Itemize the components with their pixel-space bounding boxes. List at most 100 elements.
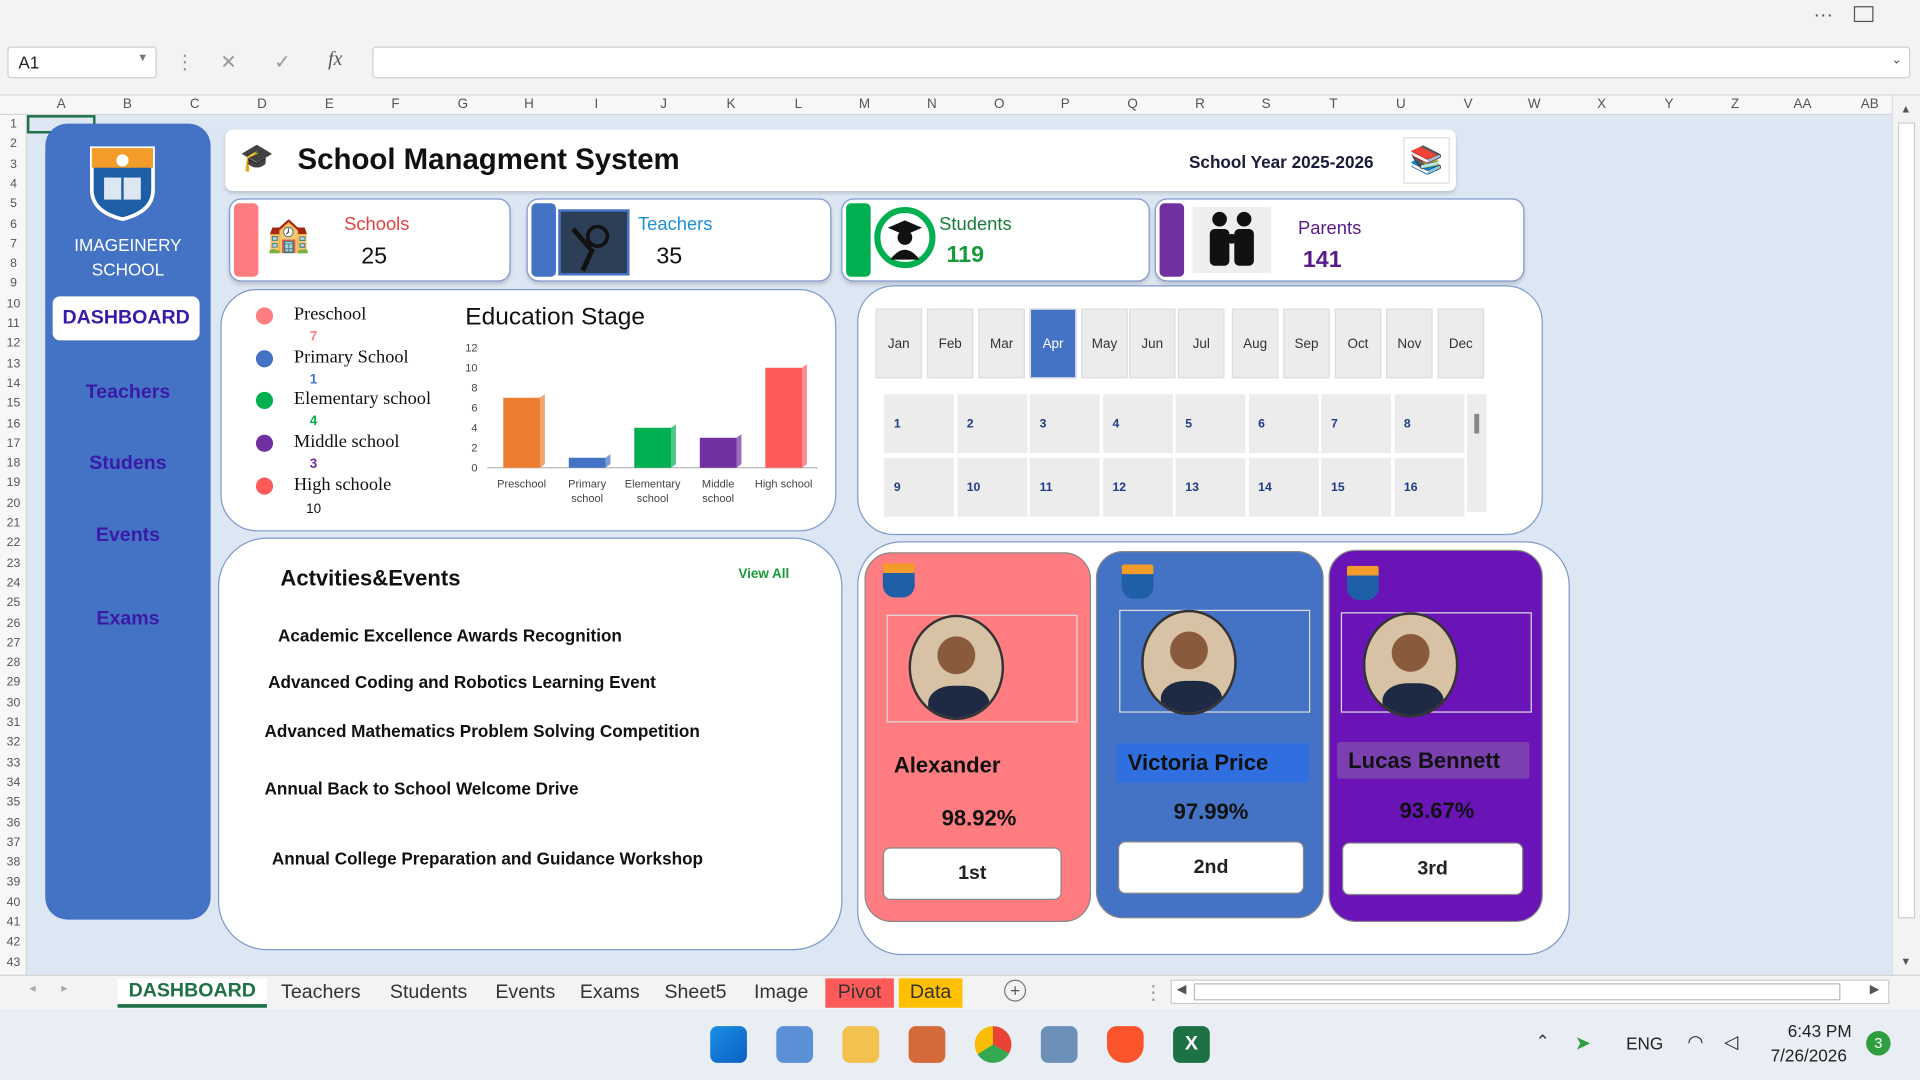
column-header[interactable]: G bbox=[451, 97, 475, 112]
row-header[interactable]: 10 bbox=[2, 297, 24, 310]
name-box[interactable]: A1 ▼ bbox=[7, 46, 157, 79]
row-header[interactable]: 1 bbox=[2, 118, 24, 131]
day-grid-scroll-thumb[interactable] bbox=[1474, 413, 1480, 434]
calendar-day[interactable]: 6 bbox=[1248, 394, 1319, 454]
drag-handle-icon[interactable]: ⋮ bbox=[175, 50, 195, 74]
row-header[interactable]: 35 bbox=[2, 796, 24, 809]
row-header[interactable]: 40 bbox=[2, 896, 24, 909]
location-icon[interactable]: ➤ bbox=[1575, 1031, 1591, 1055]
row-header[interactable]: 26 bbox=[2, 617, 24, 630]
column-header[interactable]: H bbox=[517, 97, 541, 112]
scroll-up-icon[interactable]: ▲ bbox=[1900, 103, 1911, 115]
column-header[interactable]: I bbox=[584, 97, 608, 112]
stat-card-schools[interactable]: 🏫 Schools 25 bbox=[228, 198, 511, 282]
column-header[interactable]: L bbox=[786, 97, 810, 112]
scroll-right-icon[interactable]: ▶ bbox=[1870, 983, 1879, 996]
sidebar-item-teachers[interactable]: Teachers bbox=[45, 382, 210, 404]
tab-image[interactable]: Image bbox=[742, 978, 820, 1007]
column-header[interactable]: W bbox=[1522, 97, 1546, 112]
row-header[interactable]: 25 bbox=[2, 597, 24, 610]
row-header[interactable]: 5 bbox=[2, 197, 24, 210]
brave-icon[interactable] bbox=[1106, 1026, 1144, 1063]
column-header[interactable]: J bbox=[651, 97, 675, 112]
day-grid-scrollbar[interactable] bbox=[1466, 394, 1487, 512]
column-header[interactable]: Y bbox=[1657, 97, 1681, 112]
sidebar-item-exams[interactable]: Exams bbox=[45, 609, 210, 631]
rank-button[interactable]: 2nd bbox=[1117, 841, 1305, 894]
calendar-day[interactable]: 16 bbox=[1394, 457, 1464, 517]
month-apr[interactable]: Apr bbox=[1029, 308, 1077, 379]
task-manager-icon[interactable] bbox=[776, 1026, 814, 1063]
expand-formula-icon[interactable]: ⌄ bbox=[1891, 54, 1901, 67]
row-header[interactable]: 22 bbox=[2, 537, 24, 550]
calendar-day[interactable]: 11 bbox=[1029, 457, 1100, 517]
column-header[interactable]: M bbox=[852, 97, 876, 112]
month-aug[interactable]: Aug bbox=[1231, 308, 1279, 379]
add-sheet-icon[interactable]: + bbox=[1004, 979, 1027, 1002]
prev-sheet-icon[interactable]: ◂ bbox=[29, 982, 35, 995]
sidebar-item-events[interactable]: Events bbox=[45, 525, 210, 547]
stat-card-students[interactable]: Students 119 bbox=[841, 198, 1150, 282]
remote-desktop-icon[interactable] bbox=[1040, 1026, 1078, 1063]
horizontal-scrollbar[interactable]: ◀ ▶ bbox=[1170, 979, 1890, 1005]
event-item[interactable]: Advanced Coding and Robotics Learning Ev… bbox=[268, 672, 656, 692]
calendar-day[interactable]: 15 bbox=[1321, 457, 1392, 517]
student-card-first[interactable]: Alexander 98.92% 1st bbox=[864, 552, 1092, 923]
month-may[interactable]: May bbox=[1081, 308, 1128, 379]
row-header[interactable]: 27 bbox=[2, 636, 24, 649]
clock-date[interactable]: 7/26/2026 bbox=[1771, 1046, 1847, 1066]
store-icon[interactable] bbox=[908, 1026, 946, 1063]
row-header[interactable]: 14 bbox=[2, 377, 24, 390]
column-header[interactable]: D bbox=[250, 97, 274, 112]
row-header[interactable]: 4 bbox=[2, 177, 24, 190]
formula-input[interactable]: ⌄ bbox=[372, 46, 1911, 79]
month-oct[interactable]: Oct bbox=[1334, 308, 1382, 379]
column-header[interactable]: K bbox=[719, 97, 743, 112]
calendar-day[interactable]: 14 bbox=[1248, 457, 1319, 517]
volume-icon[interactable]: ◁ bbox=[1724, 1031, 1738, 1053]
column-header[interactable]: E bbox=[317, 97, 341, 112]
insert-function-icon[interactable]: fx bbox=[328, 49, 342, 71]
column-header[interactable]: R bbox=[1188, 97, 1212, 112]
excel-icon[interactable]: X bbox=[1173, 1026, 1210, 1063]
calendar-day[interactable]: 10 bbox=[956, 457, 1027, 517]
dashboard-button[interactable]: DASHBOARD bbox=[52, 296, 200, 341]
calendar-day[interactable]: 8 bbox=[1394, 394, 1464, 454]
row-header[interactable]: 32 bbox=[2, 736, 24, 749]
chevron-up-icon[interactable]: ⌃ bbox=[1536, 1031, 1550, 1052]
row-header[interactable]: 37 bbox=[2, 836, 24, 849]
calendar-day[interactable]: 1 bbox=[884, 394, 954, 454]
enter-icon[interactable]: ✓ bbox=[274, 50, 290, 74]
start-menu-icon[interactable] bbox=[710, 1026, 747, 1063]
restore-window-icon[interactable] bbox=[1853, 6, 1874, 23]
row-header[interactable]: 8 bbox=[2, 257, 24, 270]
row-header[interactable]: 13 bbox=[2, 357, 24, 370]
row-header[interactable]: 19 bbox=[2, 477, 24, 490]
column-header[interactable]: A bbox=[49, 97, 73, 112]
rank-button[interactable]: 3rd bbox=[1342, 842, 1524, 896]
event-item[interactable]: Annual Back to School Welcome Drive bbox=[264, 779, 578, 799]
tab-exams[interactable]: Exams bbox=[571, 978, 649, 1007]
stat-card-teachers[interactable]: Teachers 35 bbox=[526, 198, 832, 282]
row-header[interactable]: 41 bbox=[2, 916, 24, 929]
row-header[interactable]: 34 bbox=[2, 776, 24, 789]
calendar-day[interactable]: 7 bbox=[1321, 394, 1392, 454]
tab-dashboard[interactable]: DASHBOARD bbox=[117, 978, 267, 1008]
column-header[interactable]: AA bbox=[1790, 97, 1814, 112]
tab-splitter-icon[interactable]: ⋮ bbox=[1144, 981, 1164, 1005]
sidebar-item-students[interactable]: Studens bbox=[45, 453, 210, 475]
row-header[interactable]: 39 bbox=[2, 876, 24, 889]
tab-events[interactable]: Events bbox=[485, 978, 566, 1007]
calendar-day[interactable]: 3 bbox=[1029, 394, 1100, 454]
month-jul[interactable]: Jul bbox=[1177, 308, 1225, 379]
month-jun[interactable]: Jun bbox=[1128, 308, 1176, 379]
row-header[interactable]: 38 bbox=[2, 856, 24, 869]
event-item[interactable]: Academic Excellence Awards Recognition bbox=[278, 626, 622, 646]
tab-students[interactable]: Students bbox=[377, 978, 480, 1007]
row-header[interactable]: 30 bbox=[2, 696, 24, 709]
student-card-second[interactable]: Victoria Price 97.99% 2nd bbox=[1095, 551, 1324, 919]
calendar-day[interactable]: 5 bbox=[1175, 394, 1246, 454]
chrome-icon[interactable] bbox=[974, 1026, 1012, 1063]
row-header[interactable]: 21 bbox=[2, 517, 24, 530]
row-header[interactable]: 18 bbox=[2, 457, 24, 470]
